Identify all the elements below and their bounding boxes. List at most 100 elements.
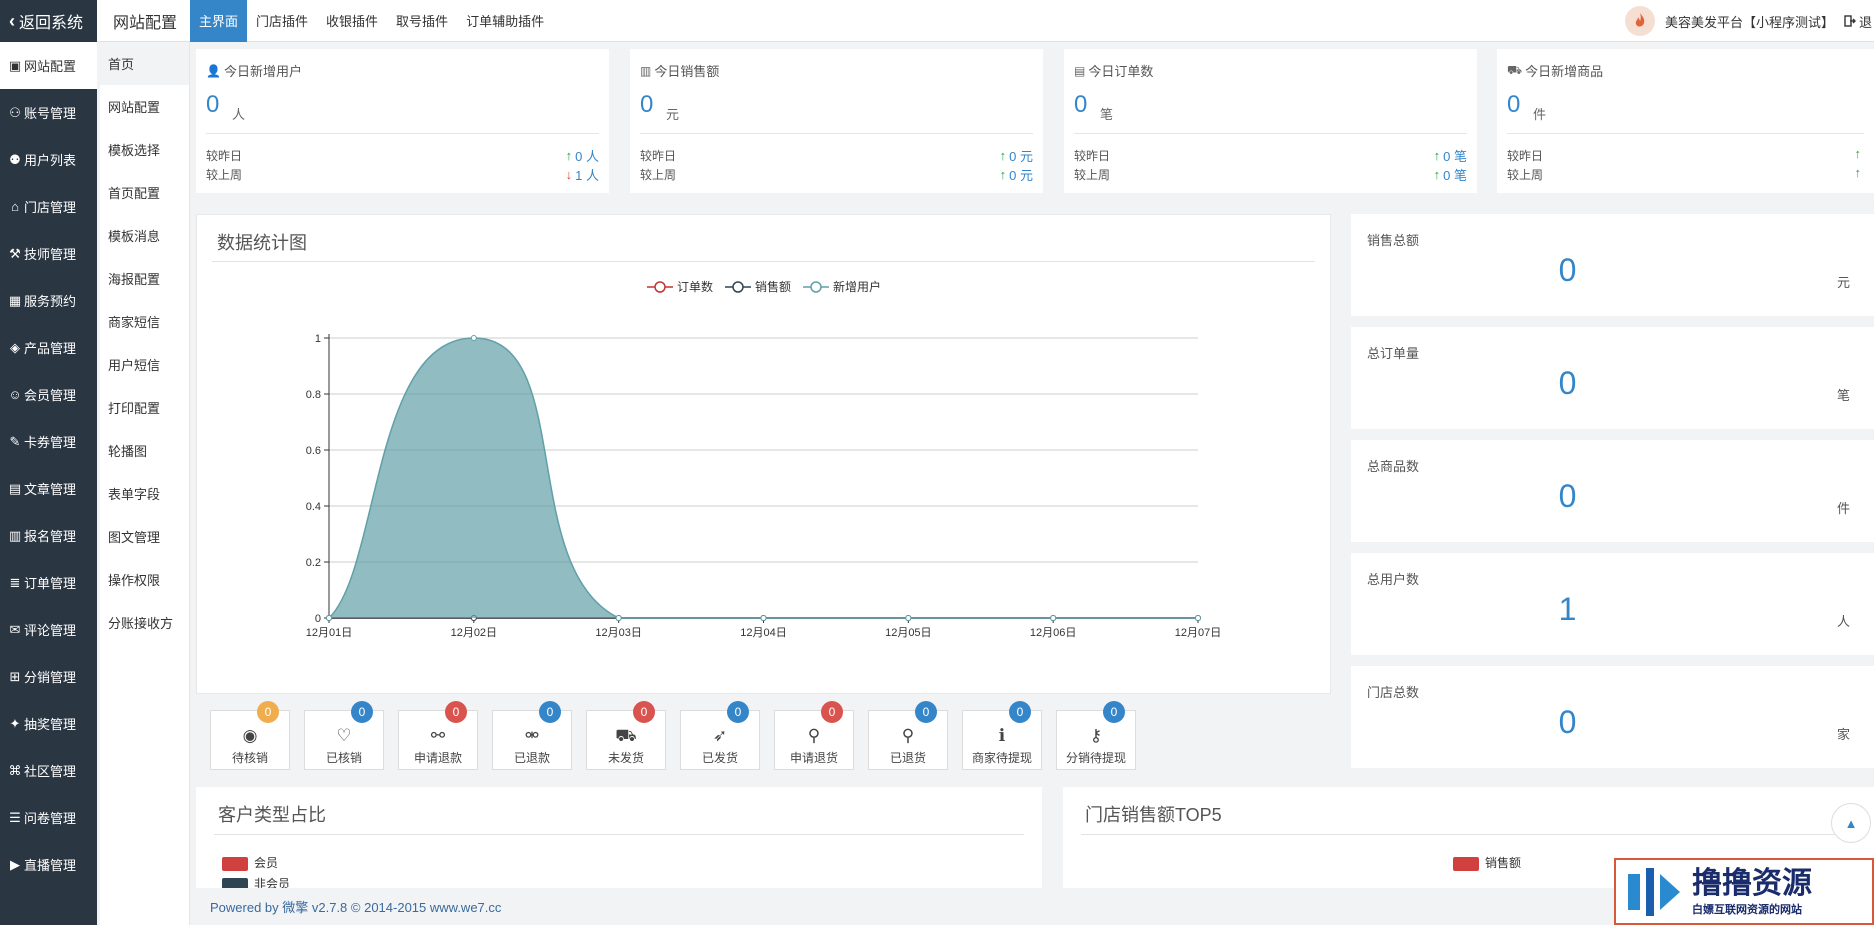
subnav-item-1[interactable]: 网站配置 [100,85,189,128]
sidebar-item-16[interactable]: ☰ 问卷管理 [0,794,97,841]
order-status-button[interactable]: ⚷ 分销待提现 0 [1056,701,1136,770]
compare-week-label: 较上周 [640,168,677,182]
sidebar-item-9[interactable]: ▤ 文章管理 [0,465,97,512]
x-tick-label: 12月02日 [451,627,497,639]
summary-unit: 元 [1836,275,1850,290]
data-point[interactable] [760,615,767,621]
subnav-item-8[interactable]: 打印配置 [100,386,189,429]
x-tick-label: 12月05日 [885,627,931,639]
sidebar-item-6[interactable]: ◈ 产品管理 [0,324,97,371]
live-icon: ▶ [10,856,20,872]
subnav-item-0[interactable]: 首页 [100,42,189,85]
subnav-item-11[interactable]: 图文管理 [100,515,189,558]
compare-yesterday-label: 较昨日 [206,149,243,163]
subnav-item-5[interactable]: 海报配置 [100,257,189,300]
subnav-item-label: 首页配置 [108,186,161,201]
user-gear-icon: ⚇ [9,104,21,120]
divider [1507,133,1864,134]
count-badge: 0 [727,701,749,723]
subnav-item-7[interactable]: 用户短信 [100,343,189,386]
data-point[interactable] [1195,615,1201,621]
legend-item[interactable]: 新增用户 [803,279,881,294]
subnav-item-9[interactable]: 轮播图 [100,429,189,472]
order-status-button[interactable]: ⛟ 未发货 0 [586,701,666,770]
data-point[interactable] [1050,615,1057,621]
legend-item-sales[interactable]: 销售额 [1453,854,1521,871]
divider [640,133,1033,134]
heart-icon: ♡ [336,726,352,745]
summary-unit: 笔 [1836,388,1850,403]
tab-4[interactable]: 订单辅助插件 [457,0,553,42]
logout-button[interactable]: 退 [1844,12,1872,31]
order-status-button[interactable]: ◉ 待核销 0 [210,701,290,770]
subnav-item-label: 轮播图 [108,444,148,459]
order-status-button[interactable]: ➶ 已发货 0 [680,701,760,770]
order-status-label: 已退货 [889,751,926,765]
order-status-button[interactable]: ♡ 已核销 0 [304,701,384,770]
subnav-item-3[interactable]: 首页配置 [100,171,189,214]
subnav-item-12[interactable]: 操作权限 [100,558,189,601]
tab-0[interactable]: 主界面 [190,0,248,42]
subnav-item-13[interactable]: 分账接收方 [100,601,189,644]
order-status-label: 申请退货 [789,751,838,765]
count-badge: 0 [539,701,561,723]
divider [1081,834,1856,835]
order-status-button[interactable]: ⚯ 申请退款 0 [398,701,478,770]
logout-label: 退 [1858,14,1872,30]
data-chart-panel: 数据统计图 订单数 销售额 新增用户 0 0.2 0.4 0.6 0.8 1 12月01日 12月0… [196,214,1331,694]
subnav-item-6[interactable]: 商家短信 [100,300,189,343]
order-status-button[interactable]: ⚲ 申请退货 0 [774,701,854,770]
compare-week-value: ↑ [1855,165,1865,180]
back-label: 返回系统 [19,15,84,32]
platform-name[interactable]: 美容美发平台【小程序测试】 [1665,12,1834,31]
data-point[interactable] [615,615,622,621]
compare-week-label: 较上周 [206,168,243,182]
sidebar-item-11[interactable]: ≣ 订单管理 [0,559,97,606]
sidebar-item-1[interactable]: ⚇ 账号管理 [0,89,97,136]
sidebar-item-7[interactable]: ☺ 会员管理 [0,371,97,418]
lottery-icon: ✦ [9,715,21,731]
tab-3[interactable]: 取号插件 [387,0,457,42]
sidebar-item-0[interactable]: ▣ 网站配置 [0,42,97,89]
legend-item-member[interactable]: 会员 [222,854,278,871]
rocket-icon: ➶ [712,726,728,745]
order-status-button[interactable]: ⚮ 已退款 0 [492,701,572,770]
platform-avatar[interactable] [1624,6,1655,36]
sidebar-item-8[interactable]: ✎ 卡券管理 [0,418,97,465]
subnav-item-10[interactable]: 表单字段 [100,472,189,515]
legend-item[interactable]: 订单数 [647,279,713,294]
caret-up-icon: ▲ [1844,815,1858,831]
sidebar-item-3[interactable]: ⌂ 门店管理 [0,183,97,230]
sidebar-item-17[interactable]: ▶ 直播管理 [0,841,97,888]
sidebar-item-13[interactable]: ⊞ 分销管理 [0,653,97,700]
sidebar-item-12[interactable]: ✉ 评论管理 [0,606,97,653]
statistics-chart: 订单数 销售额 新增用户 0 0.2 0.4 0.6 0.8 1 12月01日 12月02日 12月0… [306,279,1222,639]
tab-1[interactable]: 门店插件 [247,0,317,42]
order-status-button[interactable]: ℹ 商家待提现 0 [962,701,1042,770]
sidebar-item-15[interactable]: ⌘ 社区管理 [0,747,97,794]
count-badge: 0 [351,701,373,723]
sidebar-item-14[interactable]: ✦ 抽奖管理 [0,700,97,747]
data-point[interactable] [470,335,477,341]
sidebar-item-5[interactable]: ▦ 服务预约 [0,277,97,324]
subnav-item-label: 打印配置 [108,401,161,416]
subnav-item-label: 用户短信 [108,358,161,373]
count-badge: 0 [445,701,467,723]
subnav-item-2[interactable]: 模板选择 [100,128,189,171]
legend-item[interactable]: 销售额 [725,279,791,294]
data-point[interactable] [905,615,912,621]
tab-2[interactable]: 收银插件 [317,0,387,42]
compare-week-label: 较上周 [1507,168,1544,182]
subnav-item-4[interactable]: 模板消息 [100,214,189,257]
legend-swatch [1453,856,1479,871]
sidebar-item-10[interactable]: ▥ 报名管理 [0,512,97,559]
summary-value: 0 [1558,704,1577,740]
data-point[interactable] [326,615,332,621]
sidebar-item-4[interactable]: ⚒ 技师管理 [0,230,97,277]
back-to-system-link[interactable]: ‹ 返回系统 [0,0,97,42]
order-status-button[interactable]: ⚲ 已退货 0 [868,701,948,770]
compare-value-text: 0 元 [1009,168,1033,183]
sidebar-item-2[interactable]: ⚉ 用户列表 [0,136,97,183]
arrow-up-icon: ↑ [1433,148,1441,163]
scroll-to-top-button[interactable]: ▲ [1831,803,1871,843]
